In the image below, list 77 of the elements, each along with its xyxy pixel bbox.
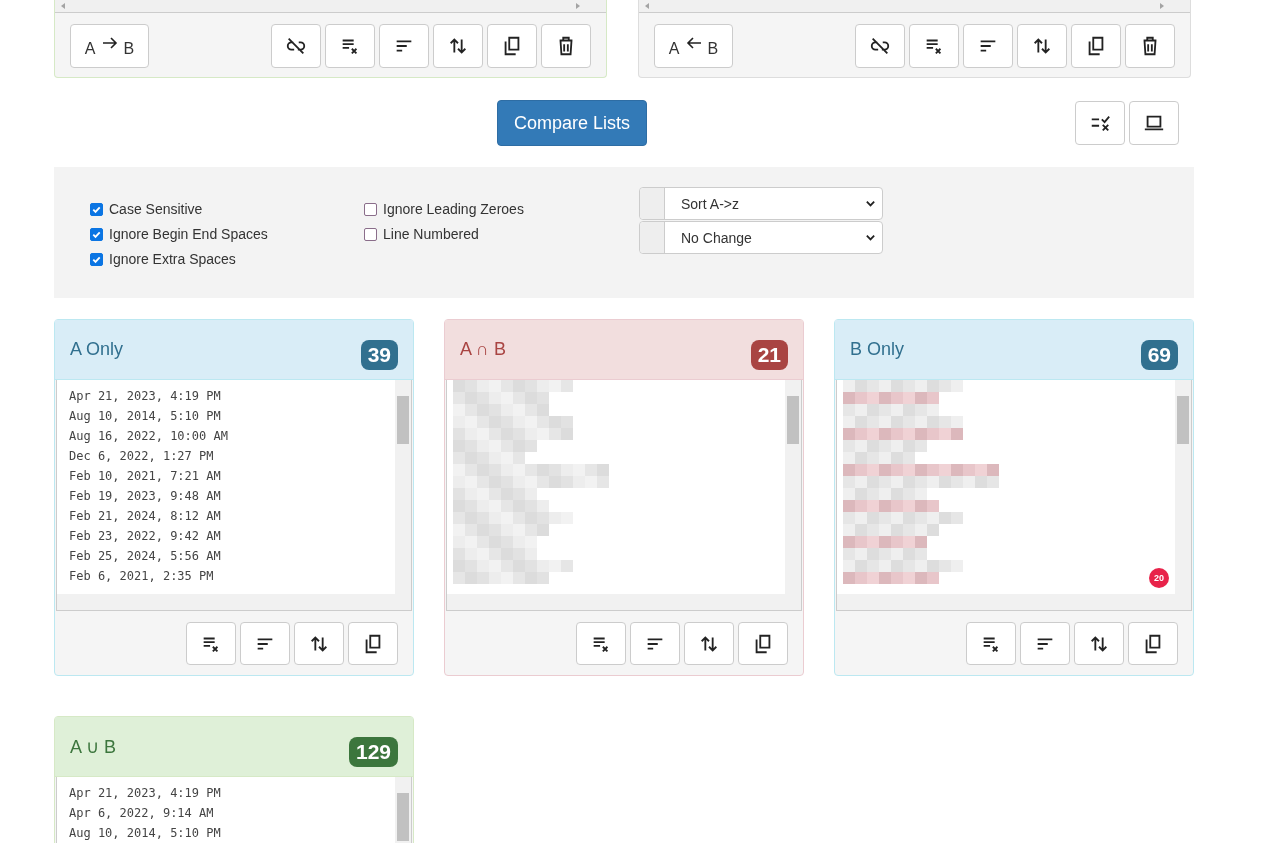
swap-button[interactable]: [294, 622, 344, 665]
clear-button[interactable]: [186, 622, 236, 665]
broken-link-icon: [285, 35, 307, 57]
list-line: Aug 10, 2014, 5:10 PM: [69, 825, 222, 842]
broken-link-icon: [869, 35, 891, 57]
vertical-scrollbar[interactable]: [785, 380, 801, 594]
card-title: A Only: [70, 339, 124, 361]
list-line: Apr 21, 2023, 4:19 PM: [69, 388, 222, 405]
checkbox-label: Ignore Begin End Spaces: [109, 226, 268, 242]
checkbox-label: Ignore Extra Spaces: [109, 251, 236, 267]
select-dropdown[interactable]: No Change: [639, 221, 883, 254]
count-badge: 39: [360, 340, 398, 370]
delete-button[interactable]: [1125, 24, 1175, 68]
list-line: Feb 6, 2021, 2:35 PM: [69, 568, 215, 585]
swap-button[interactable]: [1017, 24, 1067, 68]
card-title: A ∩ B: [460, 339, 506, 361]
list-line: Aug 10, 2014, 5:10 PM: [69, 408, 222, 425]
chevron-down-icon: [865, 198, 876, 209]
checklist-button[interactable]: [1075, 101, 1125, 145]
list-line: Feb 19, 2023, 9:48 AM: [69, 488, 222, 505]
horizontal-scrollbar[interactable]: [55, 0, 606, 13]
swap-arrows-icon: [447, 35, 469, 57]
select-dropdown[interactable]: Sort A->z: [639, 187, 883, 220]
copy-button[interactable]: [1071, 24, 1121, 68]
checkbox[interactable]: [90, 227, 103, 241]
swap-button[interactable]: [433, 24, 483, 68]
delete-button[interactable]: [541, 24, 591, 68]
list-line: Apr 6, 2022, 9:14 AM: [69, 805, 215, 822]
count-badge: 129: [348, 737, 398, 767]
notification-badge: 20: [1149, 568, 1169, 588]
text-area[interactable]: 20: [836, 380, 1192, 611]
clear-button[interactable]: [325, 24, 375, 68]
clear-button[interactable]: [576, 622, 626, 665]
clear-button[interactable]: [966, 622, 1016, 665]
clear-button[interactable]: [909, 24, 959, 68]
count-badge: 21: [750, 340, 788, 370]
compare-lists-button[interactable]: Compare Lists: [497, 100, 647, 146]
right-arrow-icon: [101, 37, 118, 49]
swap-button[interactable]: [1074, 622, 1124, 665]
list-line: Feb 21, 2024, 8:12 AM: [69, 508, 222, 525]
list-line: Feb 10, 2021, 7:21 AM: [69, 468, 222, 485]
checkbox-label: Case Sensitive: [109, 201, 203, 217]
swap-arrows-icon: [1031, 35, 1053, 57]
horizontal-scrollbar[interactable]: [639, 0, 1190, 13]
list-line: Feb 25, 2024, 5:56 AM: [69, 548, 222, 565]
text-area[interactable]: [56, 380, 412, 611]
copy-button[interactable]: [738, 622, 788, 665]
text-area[interactable]: Apr 21, 2023, 4:19 PM Apr 6, 2022, 9:14 AM Aug 10, 2014, 5:10 PM: [56, 777, 412, 843]
checkbox[interactable]: [90, 202, 103, 216]
list-line: Feb 23, 2022, 9:42 AM: [69, 528, 222, 545]
checkbox[interactable]: [364, 202, 377, 216]
count-badge: 69: [1140, 340, 1178, 370]
list-line: Apr 21, 2023, 4:19 PM: [69, 785, 222, 802]
list-line: Dec 6, 2022, 1:27 PM: [69, 448, 215, 465]
left-arrow-icon: [685, 37, 702, 49]
list-line: Aug 16, 2022, 10:00 AM: [69, 428, 229, 445]
checkbox-label: Ignore Leading Zeroes: [383, 201, 524, 217]
horizontal-scrollbar[interactable]: [447, 594, 801, 610]
direction-button[interactable]: A B: [70, 24, 149, 68]
checkbox[interactable]: [364, 227, 377, 241]
card-title: A ∪ B: [70, 736, 117, 759]
chevron-down-icon: [865, 232, 876, 243]
vertical-scrollbar[interactable]: [395, 380, 411, 594]
vertical-scrollbar[interactable]: [1175, 380, 1191, 594]
unlink-button[interactable]: [271, 24, 321, 68]
checkbox-label: Line Numbered: [383, 226, 479, 242]
swap-button[interactable]: [684, 622, 734, 665]
copy-button[interactable]: [1128, 622, 1178, 665]
copy-button[interactable]: [348, 622, 398, 665]
laptop-button[interactable]: [1129, 101, 1179, 145]
horizontal-scrollbar[interactable]: [57, 594, 411, 610]
checkbox[interactable]: [90, 252, 103, 266]
copy-button[interactable]: [487, 24, 537, 68]
unlink-button[interactable]: [855, 24, 905, 68]
card-title: B Only: [850, 339, 905, 361]
horizontal-scrollbar[interactable]: [837, 594, 1191, 610]
direction-button[interactable]: A B: [654, 24, 733, 68]
